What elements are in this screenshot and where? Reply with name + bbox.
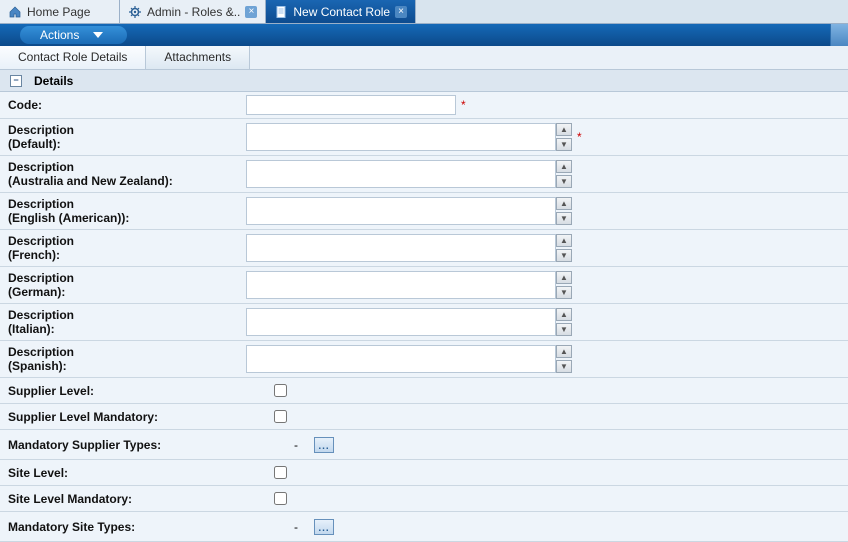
ellipsis-icon: ... (318, 444, 329, 450)
mandatory-site-types-value: - (294, 520, 298, 534)
close-icon[interactable]: × (245, 6, 257, 18)
desc-it-input[interactable] (246, 308, 556, 336)
row-desc-default: Description (Default): ▲ ▼ * (0, 119, 848, 156)
scroll-up[interactable]: ▲ (556, 123, 572, 136)
label-mandatory-site-types: Mandatory Site Types: (0, 512, 240, 541)
tab-label: New Contact Role (293, 5, 390, 19)
site-level-checkbox[interactable] (274, 466, 287, 479)
label-desc-default: Description (Default): (0, 119, 240, 155)
actions-label: Actions (40, 28, 79, 42)
collapse-toggle[interactable]: − (10, 75, 22, 87)
row-desc-anz: Description (Australia and New Zealand):… (0, 156, 848, 193)
tab-admin-roles[interactable]: Admin - Roles &.. × (120, 0, 266, 23)
label-supplier-level-mandatory: Supplier Level Mandatory: (0, 404, 240, 429)
label-desc-fr: Description (French): (0, 230, 240, 266)
scroll-up[interactable]: ▲ (556, 197, 572, 210)
actions-bar: Actions (0, 24, 848, 46)
row-mandatory-supplier-types: Mandatory Supplier Types: - ... (0, 430, 848, 460)
section-title: Details (34, 74, 73, 88)
supplier-level-mandatory-checkbox[interactable] (274, 410, 287, 423)
document-icon (274, 5, 288, 19)
label-supplier-level: Supplier Level: (0, 378, 240, 403)
subtab-contact-role-details[interactable]: Contact Role Details (0, 46, 146, 69)
label-code: Code: (0, 92, 240, 118)
row-site-level-mandatory: Site Level Mandatory: (0, 486, 848, 512)
chevron-down-icon (93, 32, 103, 38)
actions-menu-button[interactable]: Actions (20, 26, 127, 44)
scroll-up[interactable]: ▲ (556, 308, 572, 321)
supplier-level-checkbox[interactable] (274, 384, 287, 397)
desc-anz-input[interactable] (246, 160, 556, 188)
mandatory-supplier-types-value: - (294, 438, 298, 452)
scroll-up[interactable]: ▲ (556, 271, 572, 284)
scroll-up[interactable]: ▲ (556, 160, 572, 173)
scroll-up[interactable]: ▲ (556, 234, 572, 247)
window-tab-bar: Home Page Admin - Roles &.. × New Contac… (0, 0, 848, 24)
close-icon[interactable]: × (395, 6, 407, 18)
row-desc-fr: Description (French): ▲ ▼ (0, 230, 848, 267)
required-star: * (577, 130, 582, 144)
label-mandatory-supplier-types: Mandatory Supplier Types: (0, 430, 240, 459)
tab-label: Admin - Roles &.. (147, 5, 240, 19)
required-star: * (461, 98, 466, 112)
section-header-details: − Details (0, 70, 848, 92)
label-desc-es: Description (Spanish): (0, 341, 240, 377)
tab-home-page[interactable]: Home Page (0, 0, 120, 23)
row-desc-it: Description (Italian): ▲ ▼ (0, 304, 848, 341)
desc-de-input[interactable] (246, 271, 556, 299)
site-level-mandatory-checkbox[interactable] (274, 492, 287, 505)
label-desc-en-us: Description (English (American)): (0, 193, 240, 229)
label-site-level-mandatory: Site Level Mandatory: (0, 486, 240, 511)
desc-es-input[interactable] (246, 345, 556, 373)
row-site-level: Site Level: (0, 460, 848, 486)
actions-right-cap (830, 24, 848, 46)
scroll-up[interactable]: ▲ (556, 345, 572, 358)
ellipsis-icon: ... (318, 526, 329, 532)
row-supplier-level-mandatory: Supplier Level Mandatory: (0, 404, 848, 430)
code-input[interactable] (246, 95, 456, 115)
scroll-down[interactable]: ▼ (556, 138, 572, 151)
label-desc-anz: Description (Australia and New Zealand): (0, 156, 240, 192)
label-desc-it: Description (Italian): (0, 304, 240, 340)
row-supplier-level: Supplier Level: (0, 378, 848, 404)
mandatory-site-types-picker[interactable]: ... (314, 519, 334, 535)
desc-en-us-input[interactable] (246, 197, 556, 225)
subtab-bar: Contact Role Details Attachments (0, 46, 848, 70)
row-desc-de: Description (German): ▲ ▼ (0, 267, 848, 304)
scroll-down[interactable]: ▼ (556, 249, 572, 262)
scroll-down[interactable]: ▼ (556, 175, 572, 188)
scroll-down[interactable]: ▼ (556, 286, 572, 299)
gear-icon (128, 5, 142, 19)
home-icon (8, 5, 22, 19)
desc-default-input[interactable] (246, 123, 556, 151)
row-desc-en-us: Description (English (American)): ▲ ▼ (0, 193, 848, 230)
details-form: Code: * Description (Default): ▲ ▼ * Des… (0, 92, 848, 542)
row-mandatory-site-types: Mandatory Site Types: - ... (0, 512, 848, 542)
scroll-down[interactable]: ▼ (556, 323, 572, 336)
label-desc-de: Description (German): (0, 267, 240, 303)
subtab-attachments[interactable]: Attachments (146, 46, 250, 69)
tab-new-contact-role[interactable]: New Contact Role × (266, 0, 416, 23)
row-desc-es: Description (Spanish): ▲ ▼ (0, 341, 848, 378)
label-site-level: Site Level: (0, 460, 240, 485)
row-code: Code: * (0, 92, 848, 119)
mandatory-supplier-types-picker[interactable]: ... (314, 437, 334, 453)
scroll-down[interactable]: ▼ (556, 212, 572, 225)
tab-label: Home Page (27, 5, 90, 19)
scroll-down[interactable]: ▼ (556, 360, 572, 373)
desc-fr-input[interactable] (246, 234, 556, 262)
